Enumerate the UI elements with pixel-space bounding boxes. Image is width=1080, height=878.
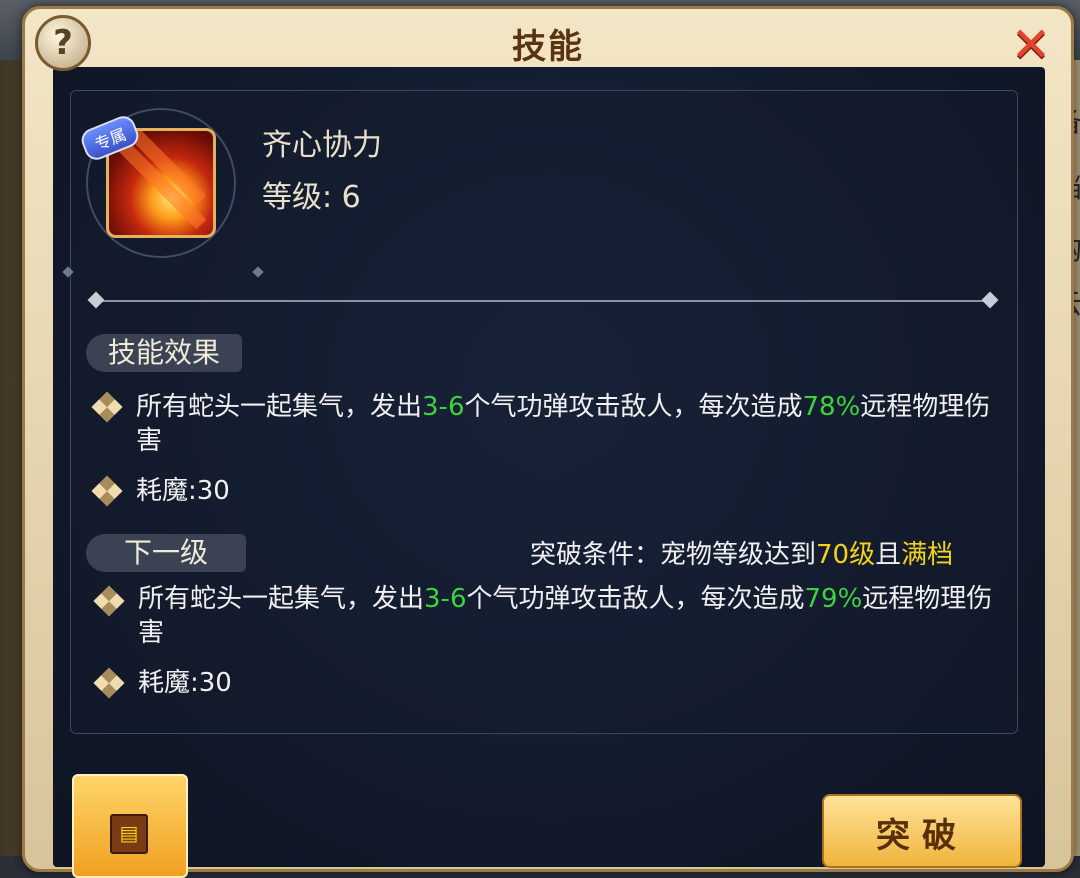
next-mana-cost: 耗魔:30 — [138, 668, 232, 698]
current-effect-tag: 技能效果 — [86, 334, 243, 372]
next-effect-description: 所有蛇头一起集气，发出3-6个气功弹攻击敌人，每次造成79%远程物理伤害 — [138, 584, 993, 648]
breakthrough-condition: 突破条件：宠物等级达到70级且满档 — [530, 540, 954, 570]
damage-percent: 78% — [802, 392, 861, 422]
question-icon: ? — [53, 23, 73, 63]
skill-icon-frame: 专属 — [78, 108, 236, 258]
book-icon: ▤ — [110, 814, 148, 854]
help-button[interactable]: ? — [35, 15, 91, 71]
projectile-count: 3-6 — [422, 392, 465, 422]
current-effect-description: 所有蛇头一起集气，发出3-6个气功弹攻击敌人，每次造成78%远程物理伤害 — [136, 392, 991, 456]
divider — [96, 300, 990, 302]
projectile-count: 3-6 — [424, 584, 467, 614]
close-button[interactable]: ✕ — [1009, 21, 1053, 69]
current-mana-cost: 耗魔:30 — [136, 476, 230, 506]
dialog-title: 技能 — [512, 27, 584, 67]
skill-name: 齐心协力 — [262, 128, 382, 163]
close-icon: ✕ — [1010, 17, 1052, 73]
next-level-tag: 下一级 — [86, 534, 247, 572]
breakthrough-button[interactable]: 突破 — [822, 794, 1022, 868]
skill-level: 等级: 6 — [262, 180, 361, 215]
damage-percent: 79% — [804, 584, 863, 614]
skill-book-button[interactable]: ▤ — [72, 774, 188, 878]
